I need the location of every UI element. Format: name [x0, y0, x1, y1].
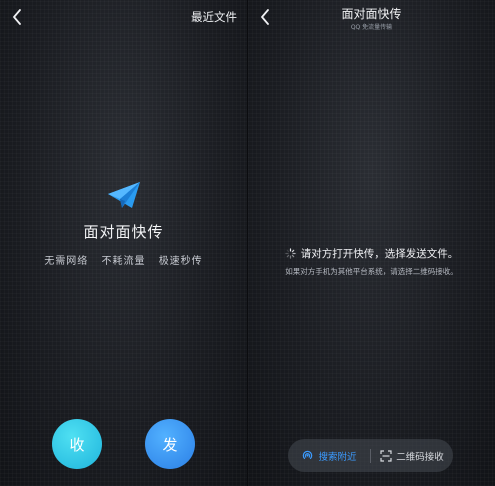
status-message: 请对方打开快传，选择发送文件。	[248, 246, 495, 261]
left-panel: 最近文件 面对面快传 无需网络 不耗流量 极速秒传 收 发	[0, 0, 247, 486]
receive-label: 收	[69, 435, 85, 454]
loading-spinner-icon	[285, 248, 296, 259]
search-nearby-label: 搜索附近	[318, 451, 357, 463]
feature-item: 不耗流量	[101, 256, 146, 267]
back-button[interactable]	[8, 8, 26, 26]
radar-icon	[303, 450, 313, 460]
send-label: 发	[162, 435, 178, 454]
qr-receive-label: 二维码接收	[396, 451, 444, 463]
screen: 最近文件 面对面快传 无需网络 不耗流量 极速秒传 收 发 面对面快传 QQ 免…	[0, 0, 495, 486]
feature-list: 无需网络 不耗流量 极速秒传	[0, 252, 247, 267]
recent-files-link[interactable]: 最近文件	[191, 9, 237, 25]
page-title: 面对面快传	[341, 7, 402, 21]
feature-item: 极速秒传	[158, 256, 203, 267]
receive-button[interactable]: 收	[52, 419, 102, 469]
page-subtitle: QQ 免流量传输	[350, 24, 393, 31]
send-button[interactable]: 发	[145, 419, 195, 469]
scan-qr-icon	[380, 449, 392, 462]
chevron-left-icon	[13, 9, 21, 25]
search-nearby-button[interactable]: 搜索附近	[288, 449, 370, 463]
status-text: 请对方打开快传，选择发送文件。	[300, 248, 459, 260]
hint-text: 如果对方手机为其他平台系统，请选择二维码接收。	[285, 267, 458, 276]
paper-plane-icon	[108, 182, 140, 208]
feature-item: 无需网络	[44, 256, 89, 267]
page-title: 面对面快传	[83, 223, 164, 241]
qr-receive-button[interactable]: 二维码接收	[371, 449, 453, 463]
receive-options-bar: 搜索附近 二维码接收	[288, 439, 453, 472]
right-panel: 面对面快传 QQ 免流量传输 请对方打开快传，选择发送文件。 如果对方手机为其他…	[248, 0, 495, 486]
